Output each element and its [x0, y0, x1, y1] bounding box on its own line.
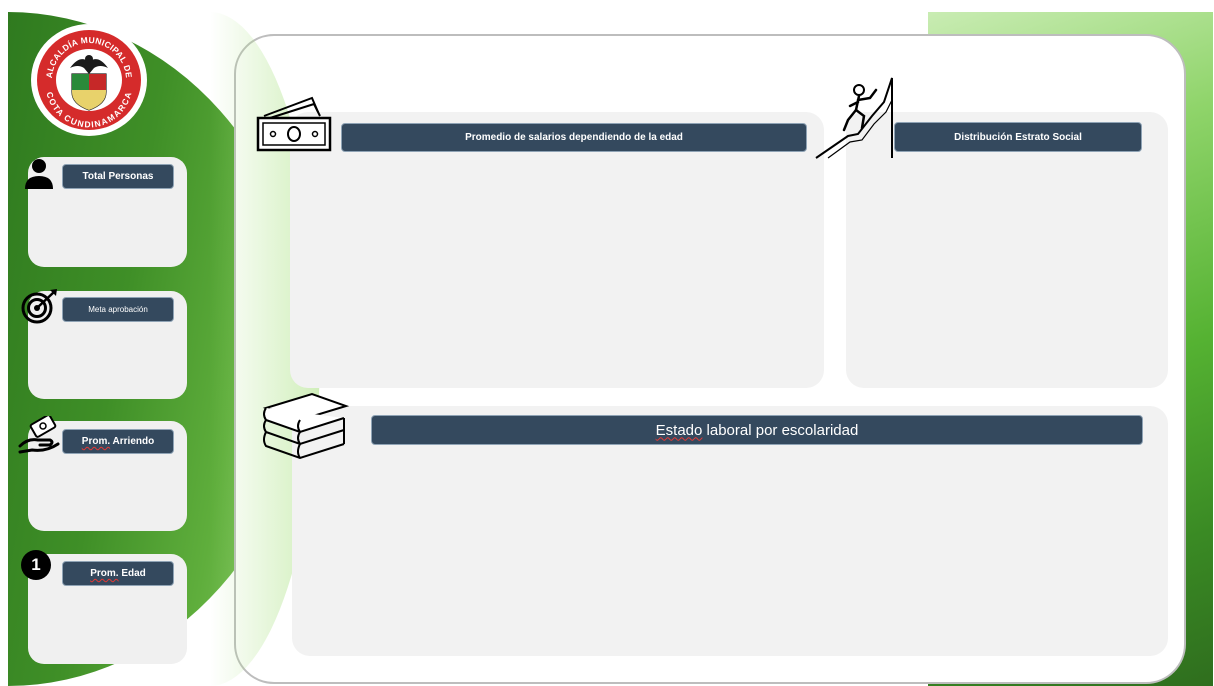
prom-underlined-text: Prom.: [90, 568, 119, 579]
estrato-section-header: Distribución Estrato Social: [894, 122, 1142, 152]
target-icon: [20, 286, 60, 326]
number-one-icon: 1: [21, 550, 51, 580]
prom-edad-label: Prom. Edad: [62, 561, 174, 586]
meta-aprobacion-label: Meta aprobación: [62, 297, 174, 322]
prom-underlined-text: Prom.: [81, 436, 111, 447]
laboral-section-header: Estado laboral por escolaridad: [371, 415, 1143, 445]
salarios-section-header: Promedio de salarios dependiendo de la e…: [341, 123, 807, 152]
prom-arriendo-label: Prom. Arriendo: [62, 429, 174, 454]
number-one-badge-text: 1: [31, 555, 41, 574]
books-icon: [260, 390, 350, 460]
total-personas-label: Total Personas: [62, 164, 174, 189]
climber-icon: [814, 76, 896, 160]
estado-underlined-text: Estado: [655, 421, 703, 439]
person-icon: [22, 157, 56, 191]
salarios-chart-card: [290, 112, 824, 388]
banknote-icon: [254, 96, 334, 154]
money-hand-icon: [18, 414, 64, 456]
municipal-logo: ALCALDÍA MUNICIPAL DE COTA CUNDINAMARCA: [30, 22, 148, 137]
